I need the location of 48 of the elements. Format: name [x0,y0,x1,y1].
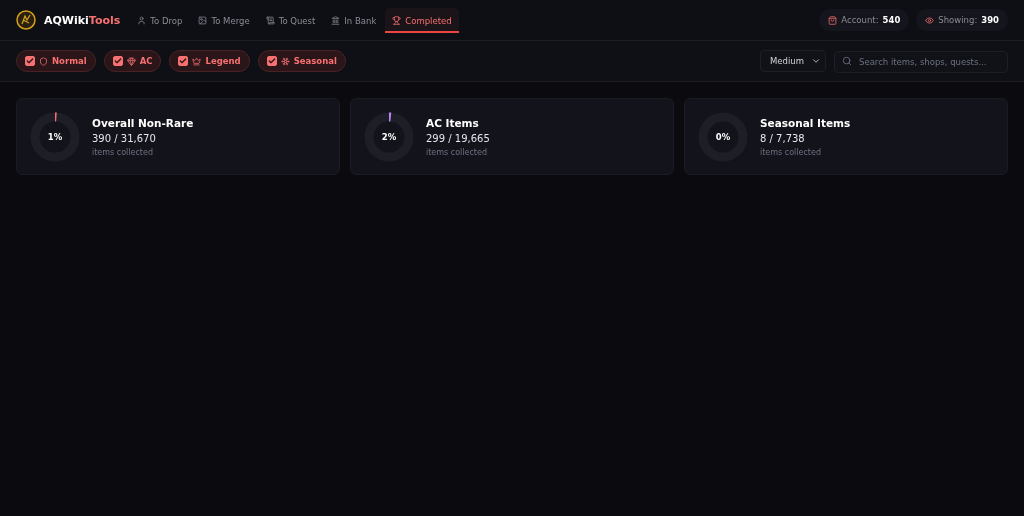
crown-icon [192,56,202,66]
logo-icon [16,10,36,30]
brand-name: AQWikiTools [44,13,121,27]
progress-ring [30,111,80,162]
nav-tab[interactable]: To Merge [191,8,257,33]
counter-label: Account: [841,15,879,25]
nav-tab[interactable]: To Drop [130,8,190,33]
stat-caption: items collected [92,147,154,157]
chevron-icon [811,56,821,66]
stat-count: 390 / 31,670 [92,132,157,144]
search-field[interactable]: Search items, shops, quests... [834,51,1008,73]
bank-icon [331,16,341,25]
checkbox[interactable] [266,56,277,66]
shield-icon [39,56,48,66]
percent-label: 2% [381,132,397,141]
nav-tab[interactable]: To Quest [258,8,323,33]
stat-title: AC Items [426,116,480,129]
eye-icon [925,15,935,25]
size-select[interactable]: Medium [760,50,826,72]
stat-count: 299 / 19,665 [426,132,490,144]
filter-chip[interactable]: AC [103,50,162,72]
picture-frame-icon [198,16,208,25]
stat-caption: items collected [760,147,822,157]
progress-ring [364,111,414,162]
trophy-icon [392,16,402,25]
counter-value: 540 [882,15,901,25]
percent-label: 0% [715,132,731,141]
stat-caption: items collected [426,147,488,157]
stat-title: Seasonal Items [760,116,851,129]
filter-chip[interactable]: Seasonal [257,50,346,72]
filter-chip[interactable]: Legend [169,50,250,72]
nav-tab[interactable]: In Bank [324,8,384,33]
counter-label: Showing: [938,15,978,25]
snowflake-icon [280,56,290,66]
gem-icon [126,56,136,66]
scroll-icon [265,16,275,25]
stat-count: 8 / 7,738 [760,132,806,144]
checkbox[interactable] [25,56,35,66]
search-icon [842,56,852,66]
bag-icon [828,15,838,25]
percent-label: 1% [47,132,63,141]
checkbox[interactable] [112,56,123,66]
filter-chip[interactable]: Normal [16,50,96,72]
stat-title: Overall Non-Rare [92,116,194,129]
checkbox[interactable] [178,56,189,66]
nav-tab[interactable]: Completed [385,8,459,33]
person-icon [137,16,147,25]
counter-value: 390 [981,15,999,25]
